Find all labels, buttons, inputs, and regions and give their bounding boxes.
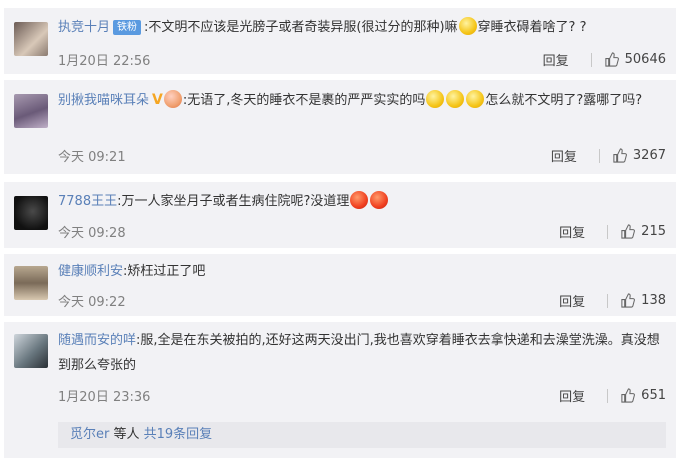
like-icon[interactable] xyxy=(612,148,627,163)
reply-count[interactable]: 共19条回复 xyxy=(144,427,213,442)
comment-card: 随遇而安的咩:服,全是在东关被拍的,还好这两天没出门,我也喜欢穿着睡衣去拿快递和… xyxy=(4,322,676,458)
comment-actions: 回复 138 xyxy=(559,291,666,310)
reply-author[interactable]: 觅尔er xyxy=(70,427,109,442)
username[interactable]: 7788王王 xyxy=(58,194,117,209)
comment-text-cont: 穿睡衣碍着啥了? ? xyxy=(477,20,587,35)
like-count: 138 xyxy=(641,293,666,308)
reply-button[interactable]: 回复 xyxy=(543,50,569,69)
timestamp: 今天 09:28 xyxy=(58,226,126,241)
comment-body: 7788王王:万一人家坐月子或者生病住院呢?没道理 xyxy=(58,190,666,214)
emoji-icon xyxy=(446,90,465,108)
angry-emoji-icon xyxy=(370,191,389,209)
more-replies-link[interactable]: 觅尔er 等人 共19条回复 xyxy=(58,422,666,448)
verified-v-icon: V xyxy=(152,92,163,108)
reply-button[interactable]: 回复 xyxy=(559,291,585,310)
divider xyxy=(590,52,592,67)
comment-body: 执竞十月 铁粉:不文明不应该是光膀子或者奇装异服(很过分的那种)嘛 穿睡衣碍着啥了?… xyxy=(58,16,666,40)
comment-text-cont: 怎么就不文明了?露哪了吗? xyxy=(485,93,643,108)
avatar[interactable] xyxy=(14,266,48,300)
username[interactable]: 随遇而安的咩 xyxy=(58,333,136,348)
comment-text: :矫枉过正了吧 xyxy=(123,264,206,279)
like-icon[interactable] xyxy=(620,388,636,403)
username[interactable]: 执竞十月 xyxy=(58,20,110,35)
reply-button[interactable]: 回复 xyxy=(559,386,585,405)
comment-card: 7788王王:万一人家坐月子或者生病住院呢?没道理 今天 09:28 回复 21… xyxy=(4,182,676,248)
comment-card: 健康顺利安:矫枉过正了吧 今天 09:22 回复 138 xyxy=(4,254,676,316)
comment-body: 随遇而安的咩:服,全是在东关被拍的,还好这两天没出门,我也喜欢穿着睡衣去拿快递和… xyxy=(58,328,666,378)
divider xyxy=(607,293,609,308)
avatar[interactable] xyxy=(14,196,48,230)
comment-body: 健康顺利安:矫枉过正了吧 xyxy=(58,260,666,284)
emoji-icon xyxy=(466,90,485,108)
like-count: 215 xyxy=(641,224,666,239)
comment-text: :不文明不应该是光膀子或者奇装异服(很过分的那种)嘛 xyxy=(144,20,458,35)
comment-actions: 回复 215 xyxy=(559,222,666,241)
comment-text: :万一人家坐月子或者生病住院呢?没道理 xyxy=(117,194,350,209)
username[interactable]: 别揪我喵咪耳朵 xyxy=(58,93,149,108)
comment-actions: 回复 50646 xyxy=(543,50,666,69)
angry-emoji-icon xyxy=(350,191,369,209)
divider xyxy=(607,388,609,403)
timestamp: 1月20日 23:36 xyxy=(58,390,151,405)
comment-card: 执竞十月 铁粉:不文明不应该是光膀子或者奇装异服(很过分的那种)嘛 穿睡衣碍着啥了?… xyxy=(4,8,676,74)
fan-badge: 铁粉 xyxy=(113,20,142,35)
timestamp: 今天 09:21 xyxy=(58,150,126,165)
comment-actions: 回复 3267 xyxy=(551,146,666,165)
like-count: 3267 xyxy=(632,148,666,163)
like-count: 651 xyxy=(641,388,666,403)
emoji-icon xyxy=(163,90,182,108)
reply-button[interactable]: 回复 xyxy=(559,222,585,241)
like-icon[interactable] xyxy=(620,224,636,239)
timestamp: 1月20日 22:56 xyxy=(58,54,151,69)
reply-summary-mid: 等人 xyxy=(113,427,140,442)
reply-button[interactable]: 回复 xyxy=(551,146,577,165)
comment-text: :无语了,冬天的睡衣不是裹的严严实实的吗 xyxy=(182,93,426,108)
like-icon[interactable] xyxy=(620,293,636,308)
avatar[interactable] xyxy=(14,334,48,368)
emoji-icon xyxy=(426,90,445,108)
username[interactable]: 健康顺利安 xyxy=(58,264,123,279)
comment-card: 别揪我喵咪耳朵 V :无语了,冬天的睡衣不是裹的严严实实的吗 怎么就不文明了?露哪了吗… xyxy=(4,80,676,174)
avatar[interactable] xyxy=(14,22,48,56)
like-icon[interactable] xyxy=(604,52,619,67)
thinking-emoji-icon xyxy=(458,17,477,35)
timestamp: 今天 09:22 xyxy=(58,295,126,310)
comment-text: :服,全是在东关被拍的,还好这两天没出门,我也喜欢穿着睡衣去拿快递和去澡堂洗澡。… xyxy=(58,333,660,373)
comment-body: 别揪我喵咪耳朵 V :无语了,冬天的睡衣不是裹的严严实实的吗 怎么就不文明了?露哪了吗… xyxy=(58,88,666,113)
divider xyxy=(598,148,600,163)
comment-actions: 回复 651 xyxy=(559,386,666,405)
divider xyxy=(607,224,609,239)
like-count: 50646 xyxy=(624,52,666,67)
avatar[interactable] xyxy=(14,94,48,128)
